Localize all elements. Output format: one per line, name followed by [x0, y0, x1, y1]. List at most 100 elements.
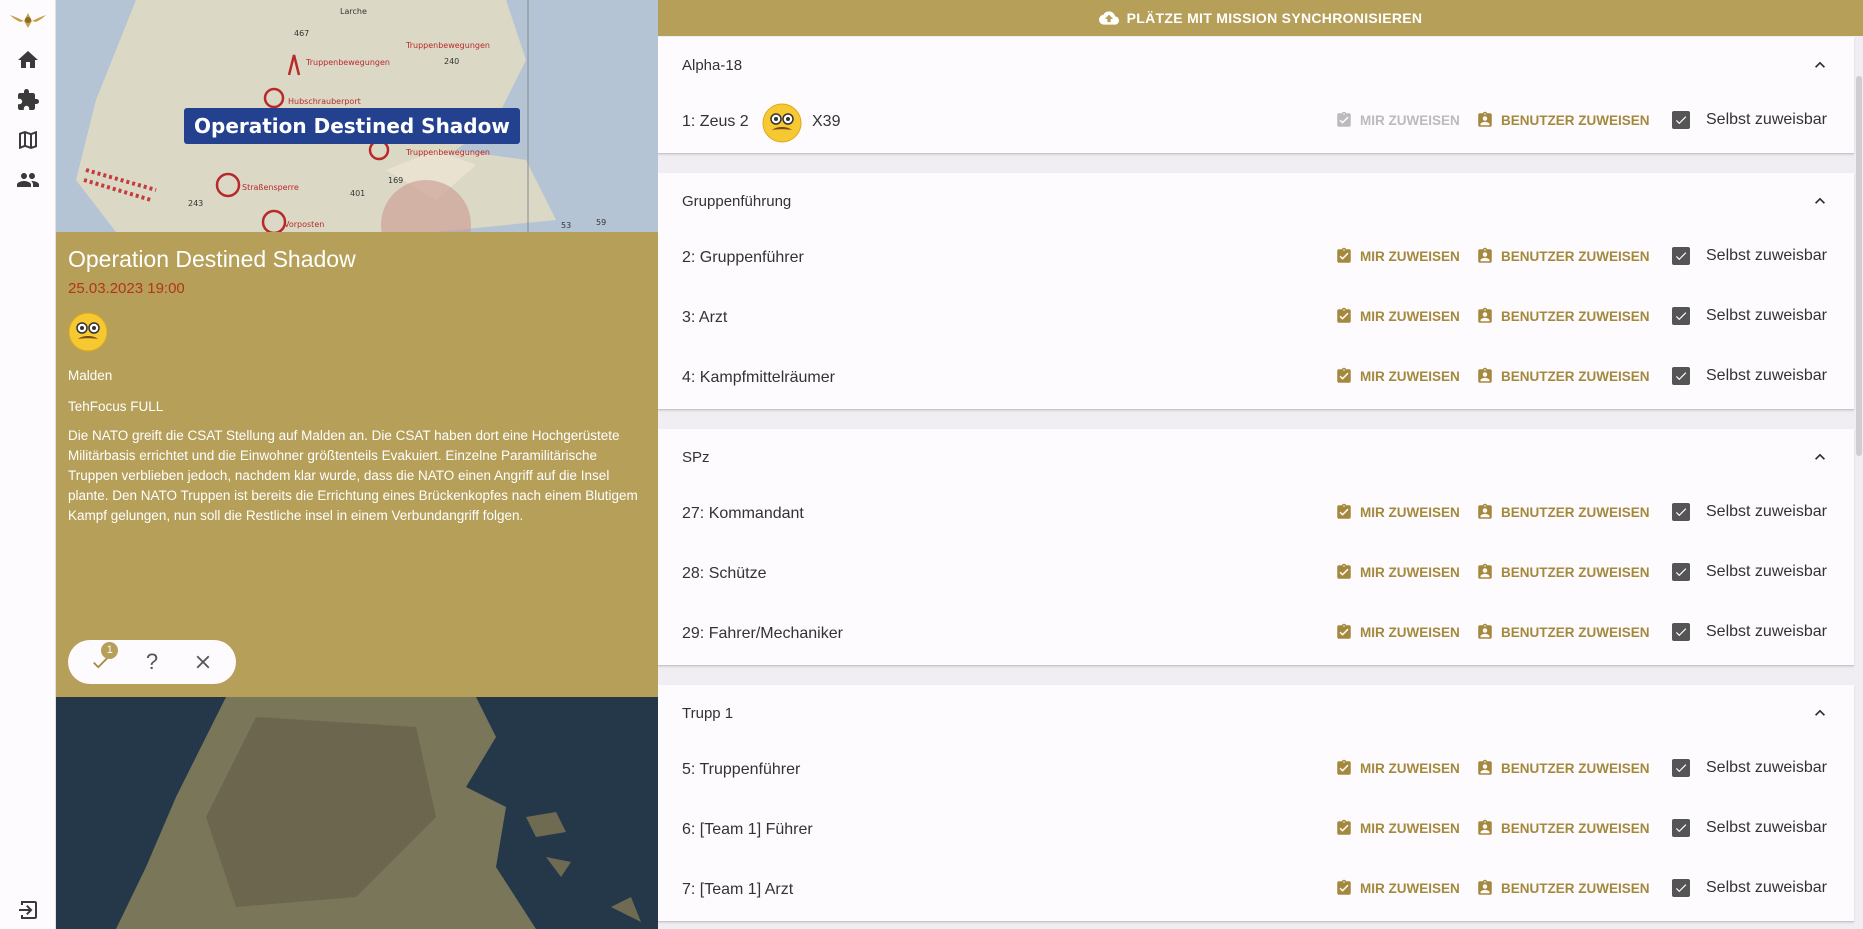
- assign-user-button[interactable]: BENUTZER ZUWEISEN: [1476, 623, 1650, 641]
- slot-row: 5: Truppenführer MIR ZUWEISEN BENUTZER Z…: [658, 741, 1854, 801]
- slot-row: 27: Kommandant MIR ZUWEISEN BENUTZER ZUW…: [658, 485, 1854, 545]
- self-assignable-checkbox[interactable]: Selbst zuweisbar: [1672, 819, 1827, 837]
- assign-me-button[interactable]: MIR ZUWEISEN: [1335, 111, 1460, 129]
- assignment-user-icon: [1478, 247, 1492, 263]
- home-icon[interactable]: [14, 46, 42, 74]
- self-assignable-checkbox[interactable]: Selbst zuweisbar: [1672, 367, 1827, 385]
- svg-text:59: 59: [596, 218, 606, 227]
- accept-button[interactable]: 1: [81, 642, 121, 682]
- event-modset: TehFocus FULL: [68, 399, 164, 414]
- assign-user-label: BENUTZER ZUWEISEN: [1501, 308, 1650, 324]
- assign-me-button[interactable]: MIR ZUWEISEN: [1335, 563, 1460, 581]
- assign-me-button[interactable]: MIR ZUWEISEN: [1335, 247, 1460, 265]
- sync-label: PLÄTZE MIT MISSION SYNCHRONISIEREN: [1126, 10, 1423, 26]
- user-avatar: [762, 103, 802, 143]
- assign-user-label: BENUTZER ZUWEISEN: [1501, 624, 1650, 640]
- assignment-check-icon: [1337, 307, 1351, 323]
- assign-user-button[interactable]: BENUTZER ZUWEISEN: [1476, 563, 1650, 581]
- group-header[interactable]: Trupp 1: [658, 685, 1854, 741]
- map-icon[interactable]: [14, 126, 42, 154]
- assign-user-label: BENUTZER ZUWEISEN: [1501, 368, 1650, 384]
- assign-user-button[interactable]: BENUTZER ZUWEISEN: [1476, 111, 1650, 129]
- assignment-check-icon: [1337, 367, 1351, 383]
- slot-group: Trupp 1 5: Truppenführer MIR ZUWEISEN BE…: [658, 685, 1854, 922]
- assign-user-button[interactable]: BENUTZER ZUWEISEN: [1476, 247, 1650, 265]
- assign-user-button[interactable]: BENUTZER ZUWEISEN: [1476, 307, 1650, 325]
- chevron-up-icon[interactable]: [1810, 55, 1830, 75]
- slot-row: 1: Zeus 2 X39 MIR ZUWEISEN BENUTZER ZUWE…: [658, 93, 1854, 153]
- logout-icon[interactable]: [14, 896, 42, 924]
- assign-user-button[interactable]: BENUTZER ZUWEISEN: [1476, 367, 1650, 385]
- self-assignable-label: Selbst zuweisbar: [1706, 819, 1827, 836]
- assignment-user-icon: [1478, 111, 1492, 127]
- slot-row: 28: Schütze MIR ZUWEISEN BENUTZER ZUWEIS…: [658, 545, 1854, 605]
- self-assignable-checkbox[interactable]: Selbst zuweisbar: [1672, 879, 1827, 897]
- accept-count-badge: 1: [101, 642, 119, 659]
- sync-slots-button[interactable]: PLÄTZE MIT MISSION SYNCHRONISIEREN: [658, 0, 1863, 36]
- assign-me-button[interactable]: MIR ZUWEISEN: [1335, 623, 1460, 641]
- logo-icon[interactable]: [8, 6, 48, 34]
- slot-row: 4: Kampfmittelräumer MIR ZUWEISEN BENUTZ…: [658, 349, 1854, 409]
- chevron-up-icon[interactable]: [1810, 703, 1830, 723]
- assign-user-button[interactable]: BENUTZER ZUWEISEN: [1476, 759, 1650, 777]
- assign-me-button[interactable]: MIR ZUWEISEN: [1335, 307, 1460, 325]
- assign-user-button[interactable]: BENUTZER ZUWEISEN: [1476, 879, 1650, 897]
- puzzle-icon[interactable]: [14, 86, 42, 114]
- group-title: SPz: [682, 449, 710, 466]
- assign-user-button[interactable]: BENUTZER ZUWEISEN: [1476, 503, 1650, 521]
- svg-text:467: 467: [294, 29, 309, 38]
- assignment-check-icon: [1337, 819, 1351, 835]
- assign-user-label: BENUTZER ZUWEISEN: [1501, 564, 1650, 580]
- checkbox-checked-icon: [1672, 563, 1690, 581]
- assign-me-label: MIR ZUWEISEN: [1360, 112, 1460, 128]
- event-title: Operation Destined Shadow: [68, 246, 356, 272]
- checkbox-checked-icon: [1672, 367, 1690, 385]
- assign-me-button[interactable]: MIR ZUWEISEN: [1335, 879, 1460, 897]
- assign-me-button[interactable]: MIR ZUWEISEN: [1335, 819, 1460, 837]
- self-assignable-label: Selbst zuweisbar: [1706, 623, 1827, 640]
- creator-avatar: [68, 312, 108, 352]
- assign-me-button[interactable]: MIR ZUWEISEN: [1335, 759, 1460, 777]
- self-assignable-checkbox[interactable]: Selbst zuweisbar: [1672, 503, 1827, 521]
- slot-group: Gruppenführung 2: Gruppenführer MIR ZUWE…: [658, 173, 1854, 410]
- self-assignable-checkbox[interactable]: Selbst zuweisbar: [1672, 623, 1827, 641]
- self-assignable-checkbox[interactable]: Selbst zuweisbar: [1672, 307, 1827, 325]
- self-assignable-checkbox[interactable]: Selbst zuweisbar: [1672, 247, 1827, 265]
- self-assignable-label: Selbst zuweisbar: [1706, 879, 1827, 896]
- assignment-check-icon: [1337, 623, 1351, 639]
- group-header[interactable]: Gruppenführung: [658, 173, 1854, 229]
- checkbox-checked-icon: [1672, 247, 1690, 265]
- scrollbar-thumb[interactable]: [1856, 76, 1862, 456]
- assign-me-label: MIR ZUWEISEN: [1360, 368, 1460, 384]
- slot-label: 5: Truppenführer: [682, 761, 801, 778]
- group-header[interactable]: Alpha-18: [658, 37, 1854, 93]
- scrollbar[interactable]: [1854, 36, 1863, 929]
- assign-me-label: MIR ZUWEISEN: [1360, 248, 1460, 264]
- chevron-up-icon[interactable]: [1810, 191, 1830, 211]
- group-title: Alpha-18: [682, 57, 743, 74]
- assign-me-button[interactable]: MIR ZUWEISEN: [1335, 503, 1460, 521]
- group-header[interactable]: SPz: [658, 429, 1854, 485]
- rsvp-toggle-group: 1 ?: [68, 640, 236, 684]
- assignment-check-icon: [1337, 247, 1351, 263]
- maybe-button[interactable]: ?: [132, 642, 172, 682]
- people-icon[interactable]: [14, 166, 42, 194]
- decline-button[interactable]: [183, 642, 223, 682]
- chevron-up-icon[interactable]: [1810, 447, 1830, 467]
- self-assignable-checkbox[interactable]: Selbst zuweisbar: [1672, 563, 1827, 581]
- question-icon: ?: [145, 649, 159, 674]
- self-assignable-label: Selbst zuweisbar: [1706, 367, 1827, 384]
- self-assignable-checkbox[interactable]: Selbst zuweisbar: [1672, 111, 1827, 129]
- slot-row: 3: Arzt MIR ZUWEISEN BENUTZER ZUWEISEN S…: [658, 289, 1854, 349]
- sidebar: [0, 0, 56, 929]
- svg-text:Hubschrauberport: Hubschrauberport: [288, 97, 361, 106]
- self-assignable-checkbox[interactable]: Selbst zuweisbar: [1672, 759, 1827, 777]
- svg-text:Straßensperre: Straßensperre: [242, 183, 299, 192]
- assign-me-button[interactable]: MIR ZUWEISEN: [1335, 367, 1460, 385]
- assignment-user-icon: [1478, 879, 1492, 895]
- assign-user-button[interactable]: BENUTZER ZUWEISEN: [1476, 819, 1650, 837]
- self-assignable-label: Selbst zuweisbar: [1706, 563, 1827, 580]
- assignment-check-icon: [1337, 111, 1351, 127]
- svg-text:243: 243: [188, 199, 203, 208]
- self-assignable-label: Selbst zuweisbar: [1706, 503, 1827, 520]
